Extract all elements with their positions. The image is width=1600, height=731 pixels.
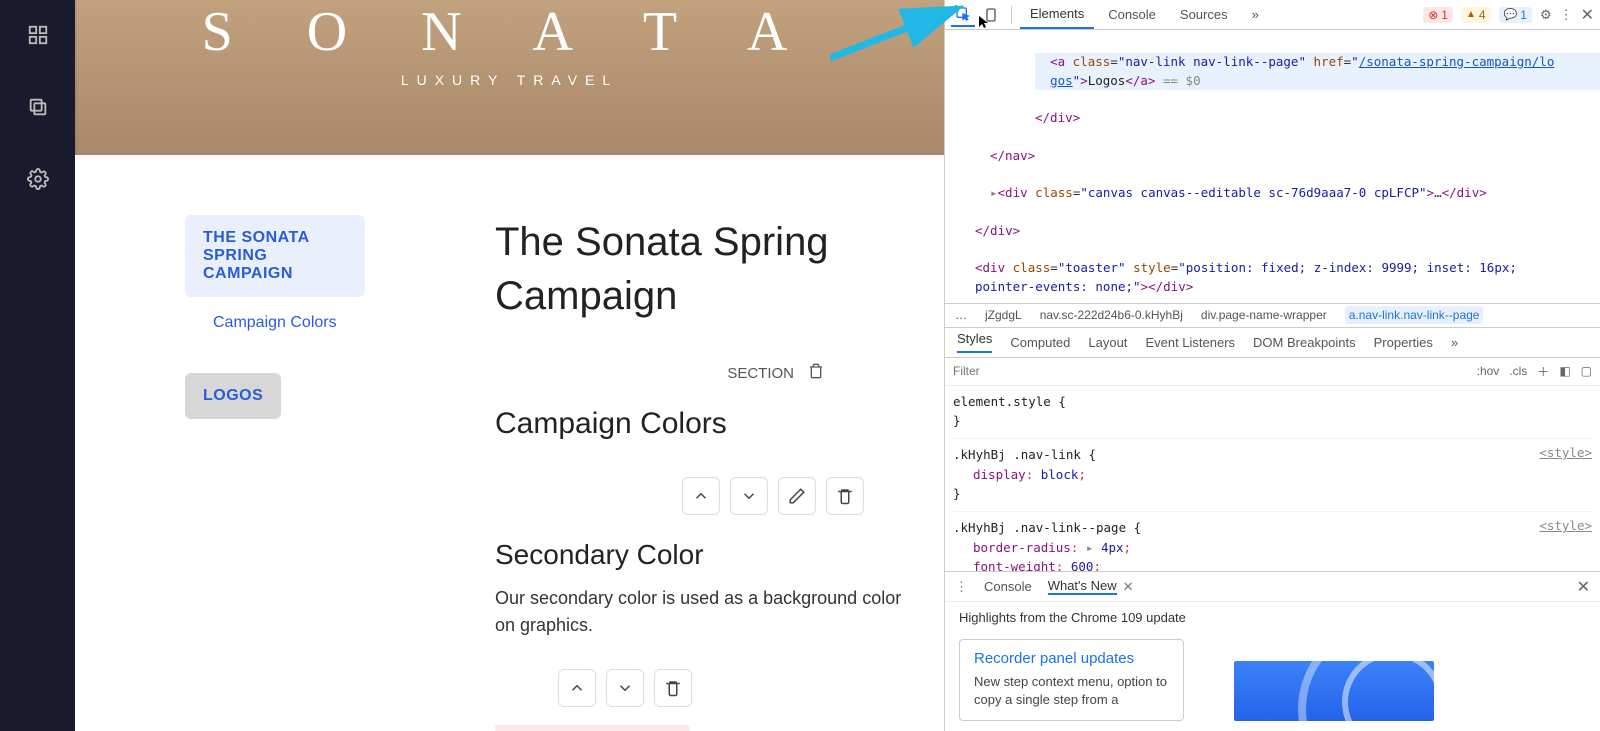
tab-sources[interactable]: Sources xyxy=(1170,1,1238,28)
devtools-tabbar: Elements Console Sources » 1 4 1 ⚙ ⋮ ✕ xyxy=(945,0,1600,30)
styles-pane[interactable]: element.style {} <style> .kHyhBj .nav-li… xyxy=(945,386,1600,572)
styles-tab-dom-bp[interactable]: DOM Breakpoints xyxy=(1253,335,1356,350)
nav-page-logos[interactable]: LOGOS xyxy=(185,373,281,419)
tab-more[interactable]: » xyxy=(1242,1,1269,28)
grid-icon[interactable] xyxy=(27,24,49,46)
panel-icon-2[interactable]: ▢ xyxy=(1581,364,1592,378)
nav-sub-colors[interactable]: Campaign Colors xyxy=(185,302,365,344)
section-label-text: SECTION xyxy=(727,365,794,382)
hov-toggle[interactable]: :hov xyxy=(1477,364,1500,378)
styles-tabbar: Styles Computed Layout Event Listeners D… xyxy=(945,328,1600,358)
block-toolbar-2 xyxy=(495,669,904,707)
crumb[interactable]: … xyxy=(955,308,967,322)
styles-tab-computed[interactable]: Computed xyxy=(1010,335,1070,350)
crumb[interactable]: div.page-name-wrapper xyxy=(1201,308,1327,322)
styles-tab-props[interactable]: Properties xyxy=(1374,335,1433,350)
delete-button[interactable] xyxy=(826,477,864,515)
styles-filter-input[interactable] xyxy=(953,364,1467,378)
block-toolbar xyxy=(495,477,904,515)
devtools-drawer: ⋮ Console What's New ✕ ✕ Highlights from… xyxy=(945,571,1600,731)
plus-icon[interactable]: ＋ xyxy=(1537,363,1549,380)
move-up-button[interactable] xyxy=(558,669,596,707)
devtools-panel: Elements Console Sources » 1 4 1 ⚙ ⋮ ✕ <… xyxy=(944,0,1600,731)
drawer-close-icon[interactable]: ✕ xyxy=(1577,577,1590,597)
color-swatch xyxy=(495,725,690,731)
section-header: SECTION xyxy=(495,363,904,383)
crumb[interactable]: nav.sc-222d24b6-0.kHyhBj xyxy=(1040,308,1183,322)
section-title: Campaign Colors xyxy=(495,407,904,441)
page-nav: THE SONATA SPRING CAMPAIGN Campaign Colo… xyxy=(75,155,375,731)
hero-banner: S O N A T A LUXURY TRAVEL xyxy=(75,0,944,155)
move-down-button[interactable] xyxy=(606,669,644,707)
kebab-icon[interactable]: ⋮ xyxy=(1560,7,1573,23)
copy-icon[interactable] xyxy=(27,96,49,118)
dom-tree[interactable]: <a class="nav-link nav-link--page" href=… xyxy=(945,30,1600,304)
drawer-tab-close-icon[interactable]: ✕ xyxy=(1123,579,1134,595)
crumb-active[interactable]: a.nav-link.nav-link--page xyxy=(1345,306,1484,324)
styles-tab-styles[interactable]: Styles xyxy=(957,331,992,353)
app-sidebar xyxy=(0,0,75,731)
document: The Sonata Spring Campaign SECTION Campa… xyxy=(375,155,944,731)
dom-href-link[interactable]: /sonata-spring-campaign/lo xyxy=(1359,54,1555,69)
style-source[interactable]: <style> xyxy=(1539,443,1592,462)
move-up-button[interactable] xyxy=(682,477,720,515)
trash-icon[interactable] xyxy=(808,363,824,383)
main-content: S O N A T A LUXURY TRAVEL THE SONATA SPR… xyxy=(75,0,944,731)
subsection-title: Secondary Color xyxy=(495,539,904,571)
edit-button[interactable] xyxy=(778,477,816,515)
drawer-tab-whatsnew[interactable]: What's New xyxy=(1048,578,1117,595)
cursor-icon xyxy=(977,14,993,35)
close-icon[interactable]: ✕ xyxy=(1581,5,1594,25)
error-badge[interactable]: 1 xyxy=(1423,7,1453,23)
drawer-menu-icon[interactable]: ⋮ xyxy=(955,579,968,595)
style-source[interactable]: <style> xyxy=(1539,516,1592,535)
gear-icon[interactable]: ⚙ xyxy=(1540,7,1552,23)
styles-filter-row: :hov .cls ＋ ◧ ▢ xyxy=(945,358,1600,386)
body-text: Our secondary color is used as a backgro… xyxy=(495,585,904,639)
delete-button[interactable] xyxy=(654,669,692,707)
page-title: The Sonata Spring Campaign xyxy=(495,215,904,323)
info-badge[interactable]: 1 xyxy=(1499,7,1532,23)
nav-page-campaign[interactable]: THE SONATA SPRING CAMPAIGN xyxy=(185,215,365,297)
whatsnew-headline: Highlights from the Chrome 109 update xyxy=(945,602,1600,629)
card-title: Recorder panel updates xyxy=(974,650,1169,667)
cls-toggle[interactable]: .cls xyxy=(1509,364,1527,378)
tab-console[interactable]: Console xyxy=(1098,1,1166,28)
card-body: New step context menu, option to copy a … xyxy=(974,673,1169,709)
brand-name: S O N A T A xyxy=(202,0,818,64)
drawer-tab-console[interactable]: Console xyxy=(984,579,1032,594)
brand-tagline: LUXURY TRAVEL xyxy=(202,72,818,88)
styles-tab-layout[interactable]: Layout xyxy=(1088,335,1127,350)
settings-icon[interactable] xyxy=(27,168,49,190)
tab-elements[interactable]: Elements xyxy=(1020,0,1094,29)
inspect-icon[interactable] xyxy=(951,3,975,27)
breadcrumb: … jZgdgL nav.sc-222d24b6-0.kHyhBj div.pa… xyxy=(945,304,1600,328)
whatsnew-art xyxy=(1234,661,1434,721)
move-down-button[interactable] xyxy=(730,477,768,515)
whatsnew-card[interactable]: Recorder panel updates New step context … xyxy=(959,639,1184,721)
crumb[interactable]: jZgdgL xyxy=(985,308,1022,322)
panel-icon[interactable]: ◧ xyxy=(1559,364,1570,378)
warning-badge[interactable]: 4 xyxy=(1461,7,1491,23)
styles-tab-listeners[interactable]: Event Listeners xyxy=(1145,335,1235,350)
styles-tab-more[interactable]: » xyxy=(1451,335,1458,350)
